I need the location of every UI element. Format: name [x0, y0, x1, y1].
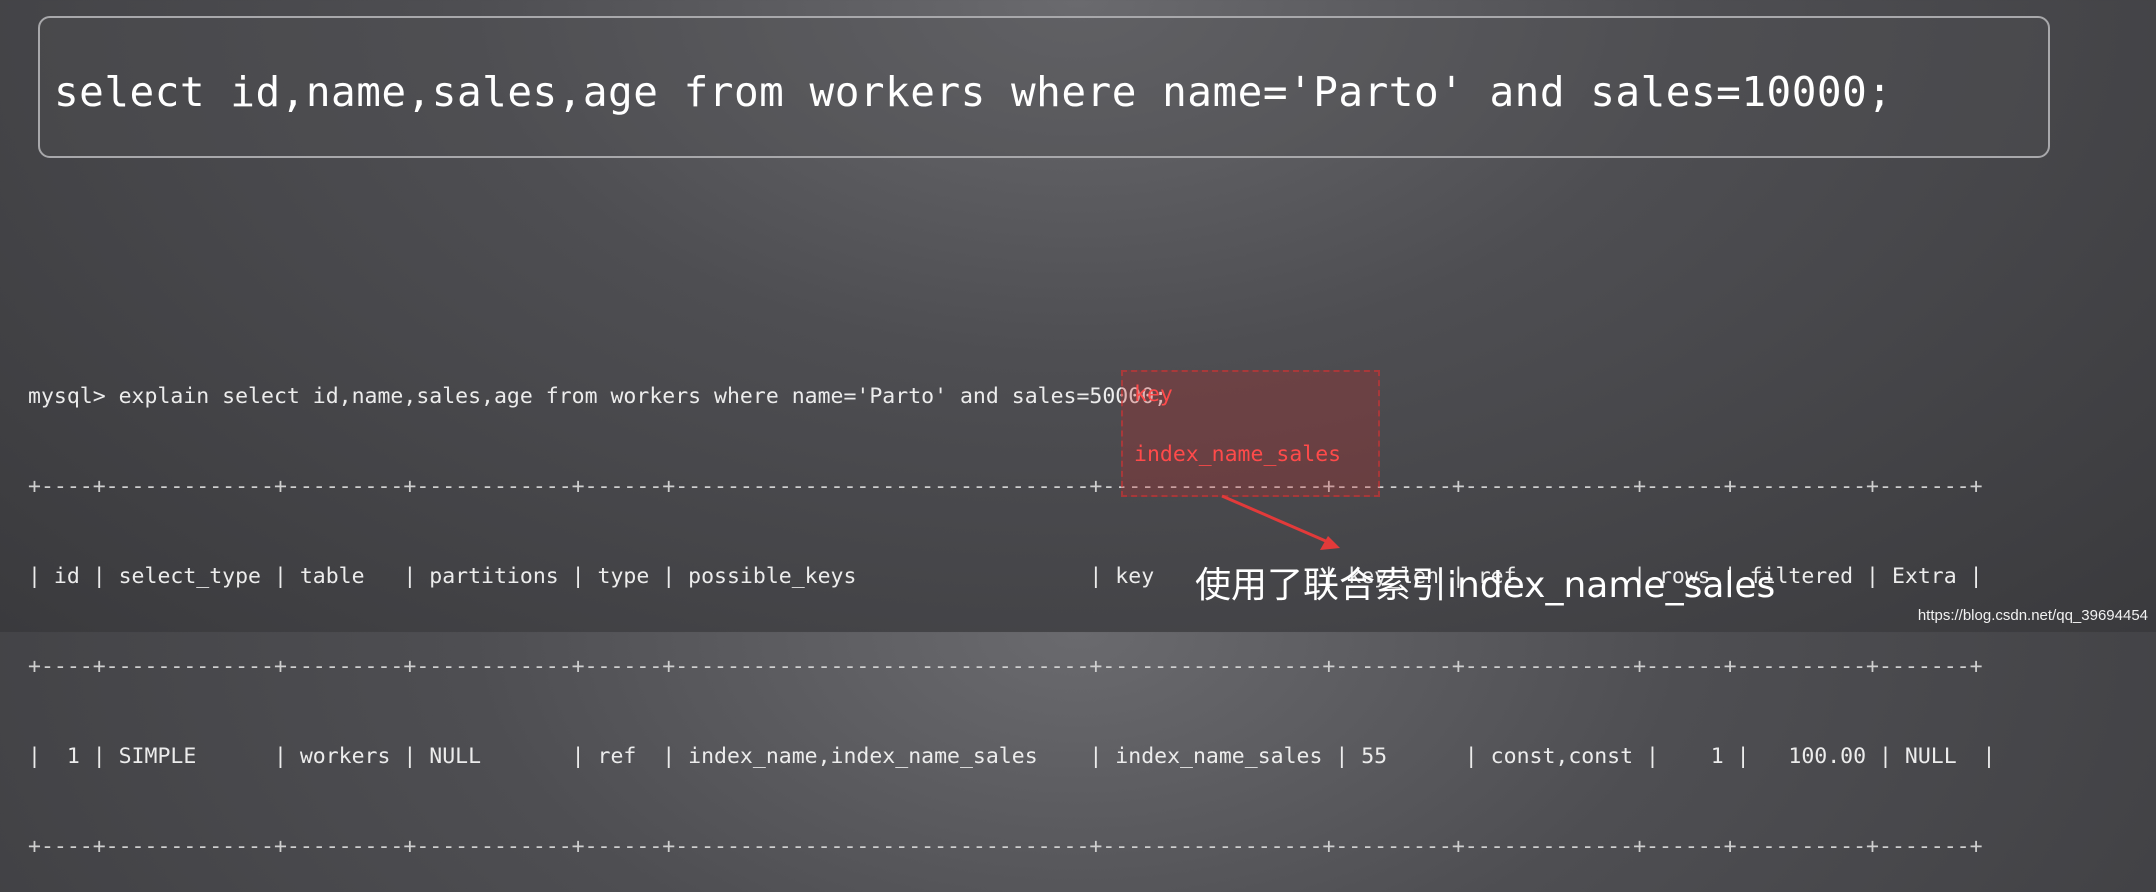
query-box: select id,name,sales,age from workers wh…: [38, 16, 2050, 158]
annotation-arrow-icon: [1221, 494, 1340, 550]
table-data-row: | 1 | SIMPLE | workers | NULL | ref | in…: [28, 744, 1996, 769]
table-border-middle: +----+-------------+---------+----------…: [28, 654, 1983, 679]
highlight-key-value: index_name_sales: [1134, 442, 1342, 467]
sql-query-text: select id,name,sales,age from workers wh…: [54, 68, 1893, 116]
watermark: https://blog.csdn.net/qq_39694454: [1917, 607, 2148, 624]
annotation-text: 使用了联合索引index_name_sales: [1195, 565, 1776, 606]
table-border-top: +----+-------------+---------+----------…: [28, 474, 1983, 499]
terminal-command: mysql> explain select id,name,sales,age …: [28, 384, 1168, 409]
highlight-key-header: key: [1134, 382, 1173, 407]
table-border-bottom: +----+-------------+---------+----------…: [28, 834, 1983, 859]
